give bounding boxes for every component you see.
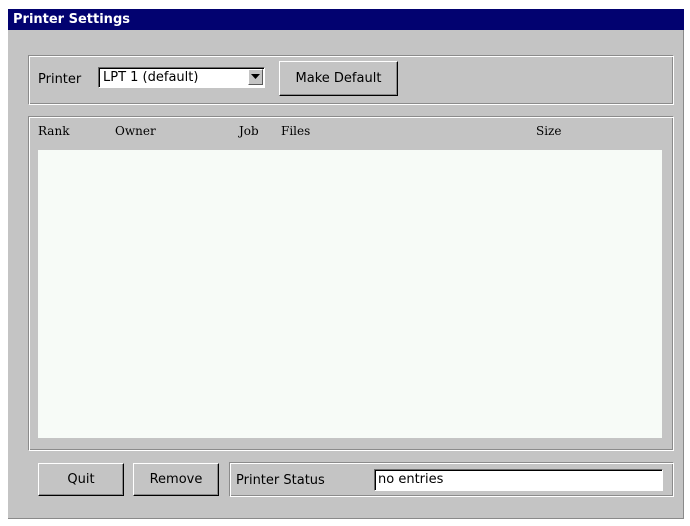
printer-select[interactable]: LPT 1 (default): [98, 67, 265, 88]
remove-button[interactable]: Remove: [133, 463, 219, 496]
quit-button[interactable]: Quit: [38, 463, 124, 496]
printer-label: Printer: [38, 72, 82, 87]
column-header-rank: Rank: [38, 124, 70, 138]
printer-select-value: LPT 1 (default): [103, 70, 199, 85]
window-title: Printer Settings: [8, 9, 684, 30]
printer-status-field: no entries: [374, 469, 663, 491]
chevron-down-icon[interactable]: [248, 69, 263, 85]
column-header-job: Job: [239, 124, 259, 138]
column-header-owner: Owner: [115, 124, 156, 138]
column-header-size: Size: [536, 124, 562, 138]
printer-status-label: Printer Status: [236, 473, 325, 488]
column-header-files: Files: [281, 124, 311, 138]
make-default-button[interactable]: Make Default: [279, 61, 398, 96]
print-queue-list[interactable]: [38, 150, 662, 438]
printer-status-value: no entries: [378, 472, 444, 487]
